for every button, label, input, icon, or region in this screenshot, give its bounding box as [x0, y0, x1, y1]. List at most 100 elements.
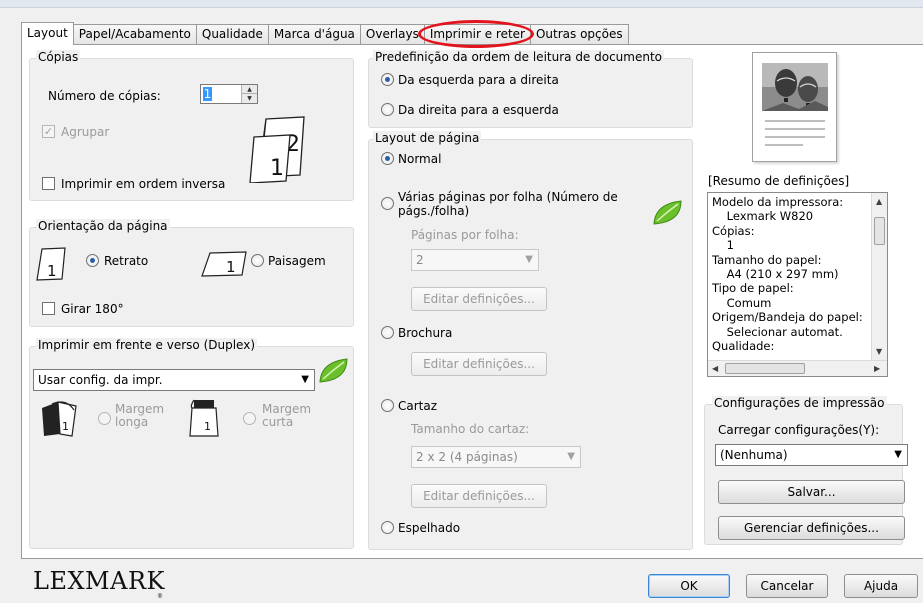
tab-other-options[interactable]: Outras opções — [529, 24, 629, 45]
chevron-down-icon: ▼ — [301, 374, 309, 385]
leaf-icon — [319, 358, 348, 383]
portrait-label: Retrato — [104, 254, 149, 268]
summary-title: [Resumo de definições] — [708, 174, 850, 188]
poster-size-select[interactable]: 2 x 2 (4 páginas) ▼ — [411, 446, 581, 468]
poster-size-value: 2 x 2 (4 páginas) — [416, 450, 518, 464]
pages-per-sheet-select[interactable]: 2 ▼ — [411, 249, 539, 271]
lexmark-logo-text: LEXMARK — [33, 567, 165, 595]
tab-paper-finishing[interactable]: Papel/Acabamento — [72, 24, 197, 45]
mirror-radio[interactable] — [381, 521, 394, 534]
duplex-short-edge-icon: 1 — [189, 399, 219, 437]
print-config-group-title: Configurações de impressão — [712, 396, 887, 410]
tab-quality[interactable]: Qualidade — [195, 24, 269, 45]
ok-button[interactable]: OK — [648, 574, 730, 598]
duplex-select[interactable]: Usar config. da impr. ▼ — [33, 369, 315, 391]
scroll-thumb[interactable] — [874, 217, 885, 245]
reading-order-group-title: Predefinição da ordem de leitura de docu… — [373, 50, 665, 64]
ltr-radio[interactable] — [381, 73, 394, 86]
edit-brochure-settings-button[interactable]: Editar definições... — [411, 352, 547, 376]
rtl-label: Da direita para a esquerda — [398, 103, 559, 117]
balloon-preview-icon — [762, 63, 828, 146]
tab-overlays[interactable]: Overlays — [359, 24, 425, 45]
reading-order-group — [368, 58, 693, 128]
poster-size-label: Tamanho do cartaz: — [411, 422, 530, 436]
rotate-180-checkbox[interactable] — [42, 302, 55, 315]
page-preview — [752, 52, 837, 162]
duplex-select-value: Usar config. da impr. — [38, 373, 163, 387]
help-button[interactable]: Ajuda — [844, 574, 918, 598]
portrait-page-icon: 1 — [36, 247, 66, 281]
landscape-radio[interactable] — [251, 254, 264, 267]
brochure-label: Brochura — [398, 326, 453, 340]
load-config-select[interactable]: (Nenhuma) ▼ — [715, 444, 908, 466]
spin-up-icon[interactable]: ▲ — [242, 85, 257, 94]
scroll-down-icon[interactable]: ▼ — [876, 347, 882, 356]
trademark-symbol: ® — [157, 593, 164, 600]
save-config-button[interactable]: Salvar... — [718, 480, 905, 504]
landscape-label: Paisagem — [268, 254, 326, 268]
svg-text:1: 1 — [62, 420, 69, 433]
portrait-radio[interactable] — [86, 254, 99, 267]
settings-summary-text: Modelo da impressora: Lexmark W820 Cópia… — [712, 195, 863, 354]
lexmark-logo: LEXMARK ® — [33, 567, 165, 600]
scroll-left-icon[interactable]: ◀ — [712, 364, 718, 373]
poster-label: Cartaz — [398, 399, 438, 413]
collate-checkbox[interactable]: ✓ — [42, 125, 55, 138]
settings-summary-box[interactable]: Modelo da impressora: Lexmark W820 Cópia… — [707, 192, 888, 377]
reverse-order-checkbox[interactable] — [42, 177, 55, 190]
scroll-up-icon[interactable]: ▲ — [876, 197, 882, 206]
tab-bar: Layout Papel/Acabamento Qualidade Marca … — [21, 22, 629, 45]
chevron-down-icon: ▼ — [525, 254, 533, 265]
copies-count-label: Número de cópias: — [48, 89, 161, 103]
rotate-180-label: Girar 180° — [61, 302, 124, 316]
svg-text:1: 1 — [47, 262, 57, 280]
svg-text:1: 1 — [204, 420, 211, 433]
page-layout-group-title: Layout de página — [373, 131, 482, 145]
edit-multi-settings-button[interactable]: Editar definições... — [411, 287, 547, 311]
mirror-label: Espelhado — [398, 521, 461, 535]
orientation-group-title: Orientação da página — [36, 219, 170, 233]
normal-layout-label: Normal — [398, 152, 442, 166]
ltr-label: Da esquerda para a direita — [398, 73, 559, 87]
copies-count-value: 1 — [203, 87, 212, 101]
collate-label: Agrupar — [61, 125, 110, 139]
svg-text:1: 1 — [270, 156, 284, 181]
manage-config-button[interactable]: Gerenciar definições... — [718, 516, 905, 540]
multi-page-label: Várias páginas por folha (Número de págs… — [398, 190, 618, 218]
edit-poster-settings-button[interactable]: Editar definições... — [411, 484, 547, 508]
normal-layout-radio[interactable] — [381, 152, 394, 165]
multi-page-radio[interactable] — [381, 197, 394, 210]
svg-text:1: 1 — [226, 258, 236, 276]
summary-vertical-scrollbar[interactable]: ▲ ▼ — [871, 193, 887, 361]
long-edge-label: Margem longa — [115, 402, 165, 429]
duplex-long-edge-icon: 1 — [42, 401, 77, 437]
rtl-radio[interactable] — [381, 103, 394, 116]
copies-group-title: Cópias — [36, 50, 81, 64]
page-copies-icon: 2 1 — [249, 116, 305, 183]
spin-down-icon[interactable]: ▼ — [242, 94, 257, 103]
poster-radio[interactable] — [381, 399, 394, 412]
reverse-order-label: Imprimir em ordem inversa — [61, 177, 226, 191]
chevron-down-icon: ▼ — [567, 451, 575, 462]
copies-count-stepper[interactable]: 1 ▲ ▼ — [200, 84, 258, 104]
summary-horizontal-scrollbar[interactable]: ◀ ▶ — [708, 360, 887, 376]
pages-per-sheet-value: 2 — [416, 253, 424, 267]
scroll-right-icon[interactable]: ▶ — [874, 364, 880, 373]
spin-buttons: ▲ ▼ — [241, 85, 257, 103]
tab-layout[interactable]: Layout — [21, 22, 74, 45]
tab-watermark[interactable]: Marca d'água — [267, 24, 361, 45]
short-edge-label: Margem curta — [262, 402, 312, 429]
chevron-down-icon: ▼ — [894, 449, 902, 460]
load-config-value: (Nenhuma) — [720, 448, 788, 462]
short-edge-radio[interactable] — [243, 412, 256, 425]
leaf-icon — [653, 200, 682, 225]
brochure-radio[interactable] — [381, 326, 394, 339]
landscape-page-icon: 1 — [201, 251, 247, 277]
cancel-button[interactable]: Cancelar — [746, 574, 828, 598]
long-edge-radio[interactable] — [98, 412, 111, 425]
pages-per-sheet-label: Páginas por folha: — [411, 228, 519, 242]
window-title-strip — [0, 0, 923, 8]
highlight-ellipse — [418, 20, 534, 48]
scroll-thumb[interactable] — [725, 363, 805, 374]
duplex-group-title: Imprimir em frente e verso (Duplex) — [36, 338, 258, 352]
